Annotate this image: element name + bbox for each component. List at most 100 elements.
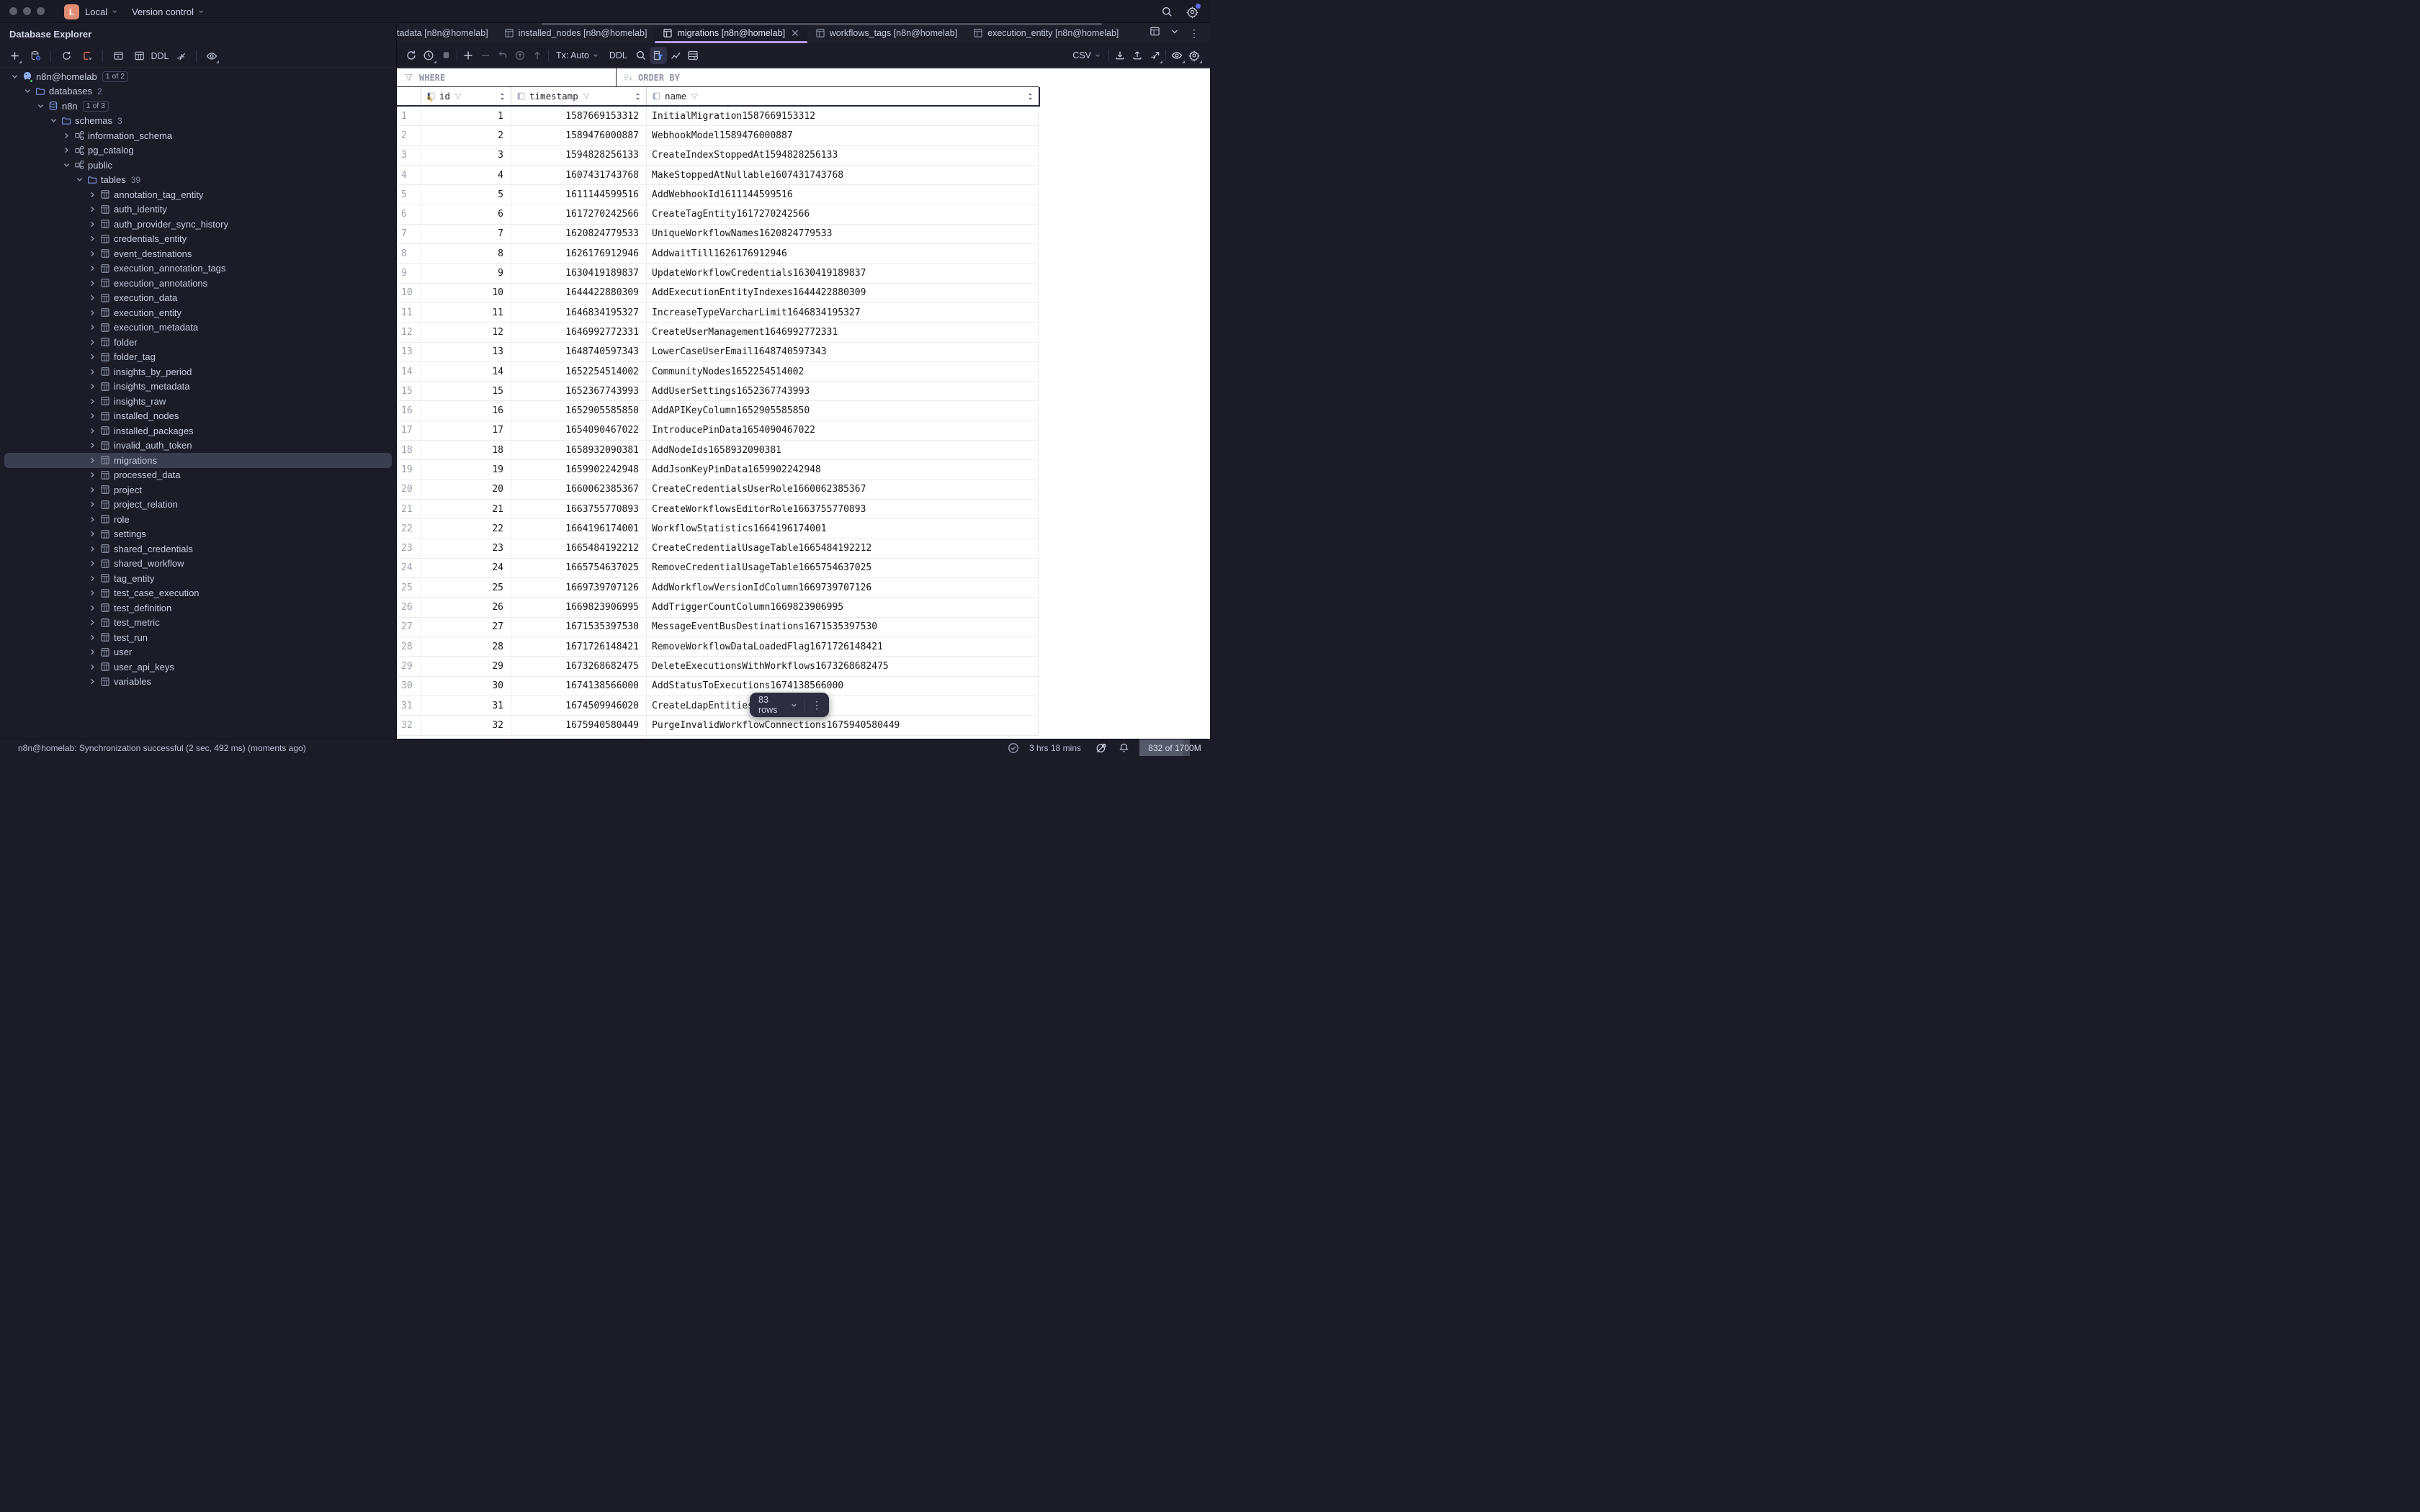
cell-id[interactable]: 30 xyxy=(421,676,511,696)
table-row[interactable]: 28 28 1671726148421 RemoveWorkflowDataLoade… xyxy=(397,637,1039,657)
uptime-text[interactable]: 3 hrs 18 mins xyxy=(1029,743,1081,753)
row-number[interactable]: 31 xyxy=(397,696,421,716)
row-number[interactable]: 21 xyxy=(397,499,421,519)
cell-id[interactable]: 24 xyxy=(421,558,511,578)
chevron-right-icon[interactable] xyxy=(87,234,97,244)
chevron-right-icon[interactable] xyxy=(87,293,97,303)
table-row[interactable]: 29 29 1673268682475 DeleteExecutionsWithWor… xyxy=(397,657,1039,677)
cell-timestamp[interactable]: 1674509946020 xyxy=(511,696,647,716)
row-number[interactable]: 3 xyxy=(397,145,421,165)
table-row[interactable]: 16 16 1652905585850 AddAPIKeyColumn16529055… xyxy=(397,401,1039,421)
chevron-right-icon[interactable] xyxy=(61,145,71,156)
column-filter-funnel-icon[interactable] xyxy=(582,92,591,101)
cell-id[interactable]: 6 xyxy=(421,204,511,224)
tree-item-execution_entity[interactable]: execution_entity xyxy=(0,305,396,320)
cell-timestamp[interactable]: 1674138566000 xyxy=(511,676,647,696)
row-number[interactable]: 26 xyxy=(397,598,421,617)
row-number[interactable]: 29 xyxy=(397,657,421,676)
table-row[interactable]: 20 20 1660062385367 CreateCredentialsUserRo… xyxy=(397,480,1039,500)
tree-item-execution_annotation_tags[interactable]: execution_annotation_tags xyxy=(0,261,396,276)
cell-id[interactable]: 31 xyxy=(421,696,511,716)
chevron-right-icon[interactable] xyxy=(87,573,97,583)
cell-id[interactable]: 1 xyxy=(421,107,511,126)
tree-item-execution_annotations[interactable]: execution_annotations xyxy=(0,276,396,291)
cell-name[interactable]: UniqueWorkflowNames1620824779533 xyxy=(647,224,1039,244)
row-number[interactable]: 4 xyxy=(397,165,421,185)
cell-timestamp[interactable]: 1607431743768 xyxy=(511,165,647,185)
cell-name[interactable]: IntroducePinData1654090467022 xyxy=(647,420,1039,441)
row-number[interactable]: 16 xyxy=(397,401,421,420)
ddl-button[interactable]: DDL xyxy=(604,50,632,60)
cell-id[interactable]: 18 xyxy=(421,441,511,460)
cell-id[interactable]: 7 xyxy=(421,224,511,244)
cell-timestamp[interactable]: 1660062385367 xyxy=(511,480,647,499)
chevron-right-icon[interactable] xyxy=(87,500,97,510)
cell-timestamp[interactable]: 1652367743993 xyxy=(511,382,647,401)
cell-name[interactable]: AddStatusToExecutions1674138566000 xyxy=(647,676,1039,696)
cell-name[interactable]: IncreaseTypeVarcharLimit1646834195327 xyxy=(647,302,1039,323)
cell-timestamp[interactable]: 1652254514002 xyxy=(511,361,647,382)
cell-name[interactable]: CreateLdapEntities1674509946020 xyxy=(647,696,1039,716)
chevron-right-icon[interactable] xyxy=(61,130,71,140)
table-row[interactable]: 32 32 1675940580449 PurgeInvalidWorkflowCon… xyxy=(397,716,1039,736)
new-tab-table-icon[interactable] xyxy=(1150,26,1160,40)
tree-item-annotation_tag_entity[interactable]: annotation_tag_entity xyxy=(0,187,396,202)
row-number[interactable]: 12 xyxy=(397,323,421,342)
table-row[interactable]: 6 6 1617270242566 CreateTagEntity1617270242… xyxy=(397,204,1039,225)
chevron-right-icon[interactable] xyxy=(87,189,97,199)
cell-name[interactable]: WebhookModel1589476000887 xyxy=(647,126,1039,145)
tree-item-test_definition[interactable]: test_definition xyxy=(0,600,396,616)
tree-item-installed_packages[interactable]: installed_packages xyxy=(0,423,396,438)
chevron-down-icon[interactable] xyxy=(22,86,32,96)
tree-item-information_schema[interactable]: information_schema xyxy=(0,128,396,143)
table-row[interactable]: 12 12 1646992772331 CreateUserManagement164… xyxy=(397,323,1039,343)
cell-timestamp[interactable]: 1669823906995 xyxy=(511,598,647,617)
row-number[interactable]: 7 xyxy=(397,224,421,244)
row-number[interactable]: 24 xyxy=(397,558,421,578)
chart-view-icon[interactable] xyxy=(667,47,684,64)
cell-timestamp[interactable]: 1620824779533 xyxy=(511,224,647,244)
cell-id[interactable]: 2 xyxy=(421,126,511,145)
chevron-right-icon[interactable] xyxy=(87,337,97,347)
cell-id[interactable]: 25 xyxy=(421,578,511,598)
refresh-icon[interactable] xyxy=(58,48,74,64)
filter-toggle-icon[interactable] xyxy=(649,46,667,64)
table-row[interactable]: 31 31 1674509946020 CreateLdapEntities16745… xyxy=(397,696,1039,716)
table-row[interactable]: 8 8 1626176912946 AddwaitTill1626176912946 xyxy=(397,244,1039,264)
tree-item-pg_catalog[interactable]: pg_catalog xyxy=(0,143,396,158)
cell-id[interactable]: 13 xyxy=(421,342,511,361)
table-row[interactable]: 3 3 1594828256133 CreateIndexStoppedAt15948… xyxy=(397,145,1039,166)
view-eye-icon[interactable] xyxy=(1168,47,1186,64)
sort-toggle-icon[interactable] xyxy=(498,91,506,102)
row-count-dropdown[interactable]: 83 rows xyxy=(750,695,804,715)
tree-item-execution_metadata[interactable]: execution_metadata xyxy=(0,320,396,336)
cell-timestamp[interactable]: 1644422880309 xyxy=(511,283,647,302)
chevron-right-icon[interactable] xyxy=(87,470,97,480)
cell-id[interactable]: 27 xyxy=(421,617,511,637)
order-by-input[interactable]: ORDER BY xyxy=(616,73,680,83)
select-in-editor-icon[interactable] xyxy=(173,48,189,64)
column-filter-funnel-icon[interactable] xyxy=(454,92,462,101)
tree-item-installed_nodes[interactable]: installed_nodes xyxy=(0,409,396,424)
chevron-right-icon[interactable] xyxy=(87,441,97,451)
table-row[interactable]: 24 24 1665754637025 RemoveCredentialUsageTa… xyxy=(397,558,1039,579)
table-view-options-icon[interactable] xyxy=(684,47,702,64)
chevron-right-icon[interactable] xyxy=(87,529,97,539)
cell-id[interactable]: 4 xyxy=(421,165,511,185)
cell-name[interactable]: CreateUserManagement1646992772331 xyxy=(647,323,1039,342)
chevron-right-icon[interactable] xyxy=(87,677,97,687)
cell-id[interactable]: 10 xyxy=(421,283,511,302)
tree-item-n8n@homelab[interactable]: n8n@homelab 1 of 2 xyxy=(0,69,396,84)
cell-timestamp[interactable]: 1646834195327 xyxy=(511,302,647,323)
table-row[interactable]: 14 14 1652254514002 CommunityNodes165225451… xyxy=(397,361,1039,382)
table-row[interactable]: 2 2 1589476000887 WebhookModel1589476000887 xyxy=(397,126,1039,146)
cell-id[interactable]: 17 xyxy=(421,420,511,441)
cell-name[interactable]: PurgeInvalidWorkflowConnections167594058… xyxy=(647,716,1039,735)
chevron-right-icon[interactable] xyxy=(87,647,97,657)
cell-name[interactable]: AddwaitTill1626176912946 xyxy=(647,244,1039,264)
column-header-name[interactable]: name xyxy=(647,87,1039,105)
tree-item-settings[interactable]: settings xyxy=(0,527,396,542)
cell-name[interactable]: CreateIndexStoppedAt1594828256133 xyxy=(647,145,1039,165)
table-row[interactable]: 25 25 1669739707126 AddWorkflowVersionIdCol… xyxy=(397,578,1039,598)
cell-id[interactable]: 23 xyxy=(421,539,511,558)
